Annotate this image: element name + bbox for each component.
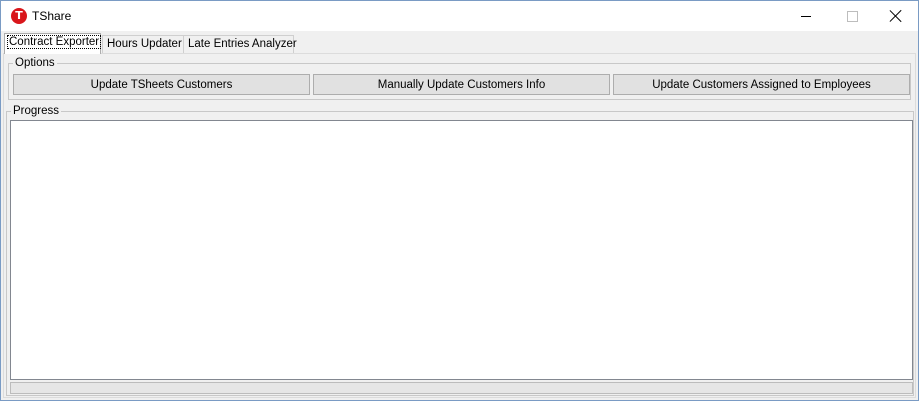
tab-strip: Contract Exporter Hours Updater Late Ent… (1, 31, 918, 54)
update-customers-assigned-to-employees-button[interactable]: Update Customers Assigned to Employees (613, 74, 910, 95)
tab-page-contract-exporter: Options Update TSheets Customers Manuall… (3, 53, 916, 398)
maximize-button[interactable] (829, 1, 875, 31)
tab-hours-updater[interactable]: Hours Updater (102, 35, 185, 53)
close-button[interactable] (873, 1, 918, 31)
minimize-icon (801, 15, 811, 17)
progress-log-textbox[interactable] (10, 120, 913, 380)
title-bar[interactable]: T TShare (1, 1, 918, 31)
close-icon (889, 9, 903, 23)
options-group: Options Update TSheets Customers Manuall… (8, 56, 911, 100)
progress-bar (10, 382, 913, 394)
window-title: TShare (32, 9, 72, 23)
progress-group-label: Progress (11, 104, 62, 118)
tab-contract-exporter[interactable]: Contract Exporter (4, 33, 102, 54)
tab-late-entries-analyzer[interactable]: Late Entries Analyzer (183, 35, 297, 53)
minimize-button[interactable] (783, 1, 829, 31)
progress-group: Progress (6, 104, 914, 396)
manually-update-customers-info-button[interactable]: Manually Update Customers Info (313, 74, 610, 95)
app-window: T TShare Contract Exporter Hours Updater… (0, 0, 919, 401)
tab-label: Late Entries Analyzer (188, 38, 297, 50)
maximize-icon (846, 10, 858, 22)
update-tsheets-customers-button[interactable]: Update TSheets Customers (13, 74, 310, 95)
tab-label: Hours Updater (107, 38, 182, 50)
tab-label: Contract Exporter (6, 35, 102, 49)
options-group-label: Options (13, 56, 57, 70)
app-logo-icon: T (11, 8, 27, 24)
